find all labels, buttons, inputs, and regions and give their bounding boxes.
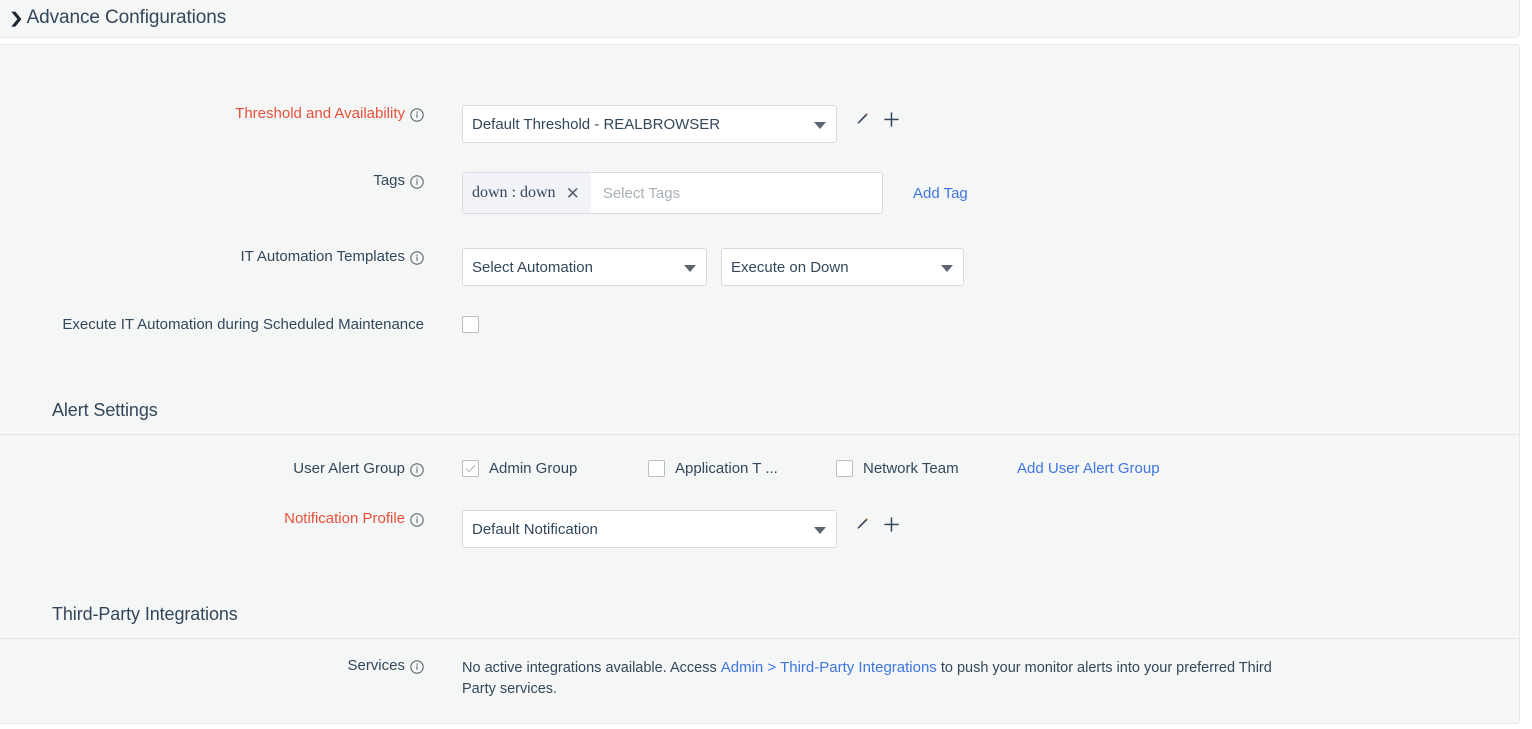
info-icon[interactable]	[410, 175, 424, 189]
alert-group-option-admin[interactable]: Admin Group	[462, 460, 648, 477]
alert-settings-title: Alert Settings	[0, 400, 1519, 421]
info-icon[interactable]	[410, 513, 424, 527]
threshold-control: Default Threshold - REALBROWSER	[462, 105, 900, 143]
info-icon[interactable]	[410, 108, 424, 122]
it-automation-label-container: IT Automation Templates	[0, 248, 424, 265]
add-tag-link[interactable]: Add Tag	[913, 185, 968, 202]
row-threshold-availability: Threshold and Availability Default Thres…	[0, 105, 900, 143]
services-text-before: No active integrations available. Access	[462, 660, 721, 676]
alert-group-option-application[interactable]: Application T ...	[648, 460, 836, 477]
tag-chip-label: down : down	[472, 184, 556, 202]
configurations-body: Threshold and Availability Default Thres…	[0, 44, 1520, 724]
page-title: Advance Configurations	[27, 7, 227, 29]
row-it-automation-templates: IT Automation Templates Select Automatio…	[0, 248, 964, 286]
alert-group-option-label: Network Team	[863, 460, 959, 477]
chevron-down-icon	[814, 122, 826, 129]
row-execute-maintenance: Execute IT Automation during Scheduled M…	[0, 316, 479, 333]
services-label-container: Services	[0, 657, 424, 674]
section-header-inner: ❯ Advance Configurations	[0, 7, 226, 29]
section-header[interactable]: ❯ Advance Configurations	[0, 0, 1520, 38]
execute-maintenance-checkbox[interactable]	[462, 316, 479, 333]
execute-maintenance-control	[462, 316, 479, 333]
it-automation-label: IT Automation Templates	[240, 248, 405, 265]
alert-group-option-label: Application T ...	[675, 460, 778, 477]
chevron-down-icon	[684, 265, 696, 272]
execute-maintenance-label: Execute IT Automation during Scheduled M…	[0, 316, 424, 333]
user-alert-group-label: User Alert Group	[293, 460, 405, 477]
notification-profile-control: Default Notification	[462, 510, 900, 548]
close-icon[interactable]: ✕	[566, 185, 580, 202]
checkbox[interactable]	[462, 460, 479, 477]
services-label: Services	[347, 657, 405, 674]
third-party-integrations-link[interactable]: Admin > Third-Party Integrations	[721, 659, 937, 676]
divider	[0, 638, 1519, 639]
row-user-alert-group: User Alert Group Admin Group Application…	[0, 460, 1160, 477]
row-notification-profile: Notification Profile Default Notificatio…	[0, 510, 900, 548]
chevron-down-icon	[814, 527, 826, 534]
user-alert-group-label-container: User Alert Group	[0, 460, 424, 477]
services-message: No active integrations available. Access…	[462, 657, 1292, 700]
automation-select[interactable]: Select Automation	[462, 248, 707, 286]
automation-select-value: Select Automation	[472, 259, 593, 276]
info-icon[interactable]	[410, 660, 424, 674]
notification-profile-label-container: Notification Profile	[0, 510, 424, 527]
notification-profile-label: Notification Profile	[284, 510, 405, 527]
automation-trigger-value: Execute on Down	[731, 259, 849, 276]
plus-icon[interactable]	[883, 516, 900, 538]
add-user-alert-group-link[interactable]: Add User Alert Group	[1017, 460, 1160, 477]
notification-profile-actions	[853, 516, 900, 538]
threshold-select-value: Default Threshold - REALBROWSER	[472, 116, 720, 133]
chevron-down-icon[interactable]: ❯	[8, 11, 24, 26]
divider	[0, 434, 1519, 435]
pencil-icon[interactable]	[853, 111, 870, 133]
automation-trigger-select[interactable]: Execute on Down	[721, 248, 964, 286]
row-services: Services No active integrations availabl…	[0, 657, 1292, 700]
threshold-select[interactable]: Default Threshold - REALBROWSER	[462, 105, 837, 143]
check-icon	[465, 463, 476, 474]
services-control: No active integrations available. Access…	[462, 657, 1292, 700]
tags-control: down : down ✕ Select Tags Add Tag	[462, 172, 968, 214]
user-alert-group-control: Admin Group Application T ... Network Te…	[462, 460, 1160, 477]
advance-configurations-page: ❯ Advance Configurations Threshold and A…	[0, 0, 1532, 729]
tags-placeholder[interactable]: Select Tags	[591, 185, 882, 202]
notification-profile-select[interactable]: Default Notification	[462, 510, 837, 548]
checkbox[interactable]	[648, 460, 665, 477]
threshold-actions	[853, 111, 900, 133]
info-icon[interactable]	[410, 463, 424, 477]
pencil-icon[interactable]	[853, 516, 870, 538]
notification-profile-value: Default Notification	[472, 521, 598, 538]
row-tags: Tags down : down ✕ Select Tags Add Tag	[0, 172, 968, 214]
alert-group-option-network[interactable]: Network Team	[836, 460, 1017, 477]
chevron-down-icon	[941, 265, 953, 272]
threshold-label-container: Threshold and Availability	[0, 105, 424, 122]
tags-label-container: Tags	[0, 172, 424, 189]
it-automation-control: Select Automation Execute on Down	[462, 248, 964, 286]
tags-input-field[interactable]: down : down ✕ Select Tags	[462, 172, 883, 214]
checkbox[interactable]	[836, 460, 853, 477]
third-party-integrations-section: Third-Party Integrations	[0, 604, 1519, 639]
plus-icon[interactable]	[883, 111, 900, 133]
threshold-label: Threshold and Availability	[235, 105, 405, 122]
alert-settings-section: Alert Settings	[0, 400, 1519, 435]
third-party-title: Third-Party Integrations	[0, 604, 1519, 625]
tags-label: Tags	[373, 172, 405, 189]
info-icon[interactable]	[410, 251, 424, 265]
alert-group-option-label: Admin Group	[489, 460, 577, 477]
tag-chip[interactable]: down : down ✕	[463, 173, 591, 213]
